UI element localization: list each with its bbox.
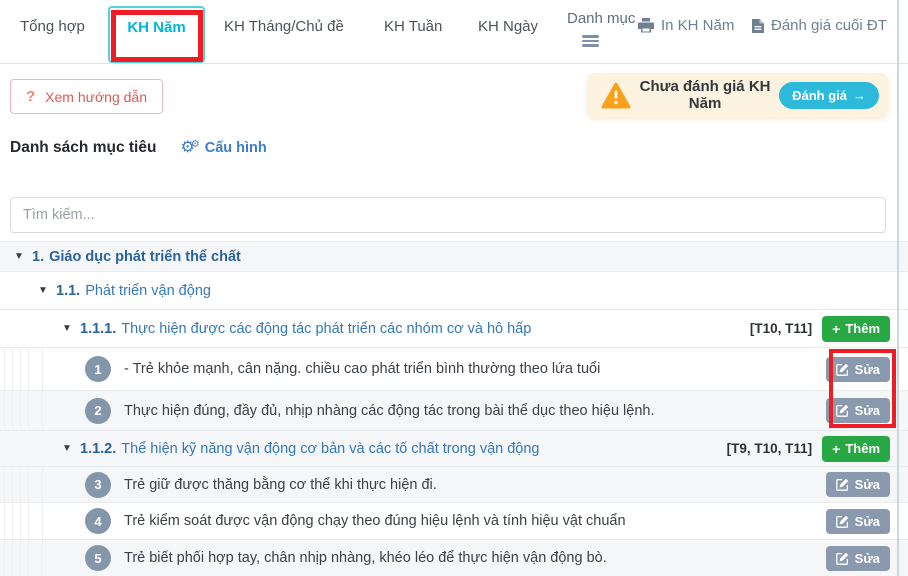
collapse-caret-icon[interactable]: ▼ — [14, 251, 32, 262]
section-header: Danh sách mục tiêu ⚙⚙ Cấu hình — [10, 139, 267, 157]
goal-label: Trẻ biết phối hợp tay, chân nhịp nhàng, … — [124, 550, 607, 566]
plus-icon: + — [832, 441, 840, 457]
plus-icon: + — [832, 321, 840, 337]
config-link-label: Cấu hình — [205, 140, 267, 156]
add-button-label: Thêm — [845, 441, 880, 456]
collapse-caret-icon[interactable]: ▼ — [62, 443, 80, 454]
goal-tree: ▼1.Giáo dục phát triển thể chất▼1.1.Phát… — [0, 241, 908, 576]
edit-button[interactable]: Sửa — [826, 357, 890, 382]
edit-button-label: Sửa — [855, 477, 880, 492]
goal-index-badge: 5 — [85, 545, 111, 571]
tree-group-row: ▼1.1.1. Thực hiện được các động tác phát … — [0, 309, 908, 347]
edit-button-label: Sửa — [855, 403, 880, 418]
group-number: 1.1.2. — [80, 441, 116, 457]
tab-kh-thang-chu-de[interactable]: KH Tháng/Chủ đề — [224, 18, 344, 35]
goal-label: Trẻ giữ được thăng bằng cơ thể khi thực … — [124, 477, 437, 493]
goal-index-badge: 3 — [85, 472, 111, 498]
tree-leaf-row: 4 Trẻ kiểm soát được vận động chạy theo đ… — [0, 502, 908, 539]
tab-danh-gia-cuoi-dt[interactable]: Đánh giá cuối ĐT — [752, 17, 887, 34]
group-label: Thể hiện kỹ năng vận động cơ bản và các … — [121, 441, 539, 457]
goal-index-badge: 1 — [85, 356, 111, 382]
add-button[interactable]: + Thêm — [822, 316, 890, 342]
tree-group-row: ▼1.1. Phát triển vận động — [0, 271, 908, 309]
config-link[interactable]: ⚙⚙ Cấu hình — [180, 140, 266, 156]
add-button[interactable]: + Thêm — [822, 436, 890, 462]
arrow-right-icon: → — [853, 88, 866, 103]
warning-banner: Chưa đánh giá KH Năm Đánh giá → — [587, 73, 888, 117]
goal-index-badge: 4 — [85, 508, 111, 534]
tree-leaf-row: 5 Trẻ biết phối hợp tay, chân nhịp nhàng,… — [0, 539, 908, 576]
edit-button-label: Sửa — [855, 362, 880, 377]
evaluate-button[interactable]: Đánh giá → — [779, 82, 879, 109]
help-button[interactable]: ? Xem hướng dẫn — [10, 79, 163, 114]
tab-danh-muc[interactable]: Danh mục — [566, 9, 614, 49]
edit-button-label: Sửa — [855, 551, 880, 566]
goal-index-badge: 2 — [85, 398, 111, 424]
page: Tổng hợp KH Năm KH Tháng/Chủ đề KH Tuần … — [0, 0, 908, 576]
pencil-square-icon — [836, 552, 849, 565]
tree-leaf-row: 1 - Trẻ khỏe mạnh, cân nặng. chiều cao ph… — [0, 347, 908, 390]
hamburger-menu-icon[interactable] — [582, 33, 599, 49]
search-input[interactable] — [10, 197, 886, 233]
tab-danh-gia-cuoi-dt-label: Đánh giá cuối ĐT — [771, 17, 887, 34]
term-tags: [T10, T11] — [750, 321, 812, 336]
help-button-label: Xem hướng dẫn — [45, 89, 147, 105]
group-number: 1.1. — [56, 283, 80, 299]
scrollbar[interactable] — [897, 0, 899, 576]
tab-in-kh-nam-label: In KH Năm — [661, 17, 734, 34]
warning-message: Chưa đánh giá KH Năm — [631, 78, 779, 112]
collapse-caret-icon[interactable]: ▼ — [38, 285, 56, 296]
pencil-square-icon — [836, 404, 849, 417]
tab-kh-nam-label: KH Năm — [127, 19, 185, 36]
pencil-square-icon — [836, 515, 849, 528]
add-button-label: Thêm — [845, 321, 880, 336]
tree-group-row: ▼1.1.2. Thể hiện kỹ năng vận động cơ bản … — [0, 430, 908, 466]
edit-button[interactable]: Sửa — [826, 398, 890, 423]
term-tags: [T9, T10, T11] — [727, 441, 813, 456]
group-label: Phát triển vận động — [85, 283, 211, 299]
question-icon: ? — [26, 88, 35, 105]
goal-label: Trẻ kiểm soát được vận động chạy theo đú… — [124, 513, 626, 529]
pencil-square-icon — [836, 363, 849, 376]
tab-kh-ngay[interactable]: KH Ngày — [478, 18, 538, 35]
tab-kh-nam[interactable]: KH Năm — [108, 6, 205, 63]
pencil-square-icon — [836, 478, 849, 491]
tab-bar: Tổng hợp KH Năm KH Tháng/Chủ đề KH Tuần … — [0, 0, 908, 64]
gears-icon: ⚙⚙ — [180, 140, 199, 156]
printer-icon — [638, 18, 654, 33]
edit-button[interactable]: Sửa — [826, 472, 890, 497]
group-label: Giáo dục phát triển thể chất — [49, 249, 241, 265]
group-number: 1. — [32, 249, 44, 265]
tab-kh-tuan[interactable]: KH Tuần — [384, 18, 442, 35]
group-label: Thực hiện được các động tác phát triển c… — [121, 321, 531, 337]
document-icon — [752, 19, 764, 33]
collapse-caret-icon[interactable]: ▼ — [62, 323, 80, 334]
tree-leaf-row: 3 Trẻ giữ được thăng bằng cơ thể khi thực… — [0, 466, 908, 502]
tree-leaf-row: 2 Thực hiện đúng, đầy đủ, nhịp nhàng các … — [0, 390, 908, 430]
edit-button[interactable]: Sửa — [826, 509, 890, 534]
tab-in-kh-nam[interactable]: In KH Năm — [638, 17, 734, 34]
tree-group-row: ▼1. Giáo dục phát triển thể chất — [0, 241, 908, 271]
evaluate-button-label: Đánh giá — [792, 88, 847, 103]
warning-triangle-icon — [601, 82, 631, 109]
tab-tong-hop[interactable]: Tổng hợp — [20, 18, 85, 35]
edit-button-label: Sửa — [855, 514, 880, 529]
goal-label: Thực hiện đúng, đầy đủ, nhịp nhàng các đ… — [124, 403, 654, 419]
goal-label: - Trẻ khỏe mạnh, cân nặng. chiều cao phá… — [124, 361, 600, 377]
tab-danh-muc-label: Danh mục — [567, 9, 613, 29]
group-number: 1.1.1. — [80, 321, 116, 337]
page-title: Danh sách mục tiêu — [10, 139, 156, 157]
edit-button[interactable]: Sửa — [826, 546, 890, 571]
